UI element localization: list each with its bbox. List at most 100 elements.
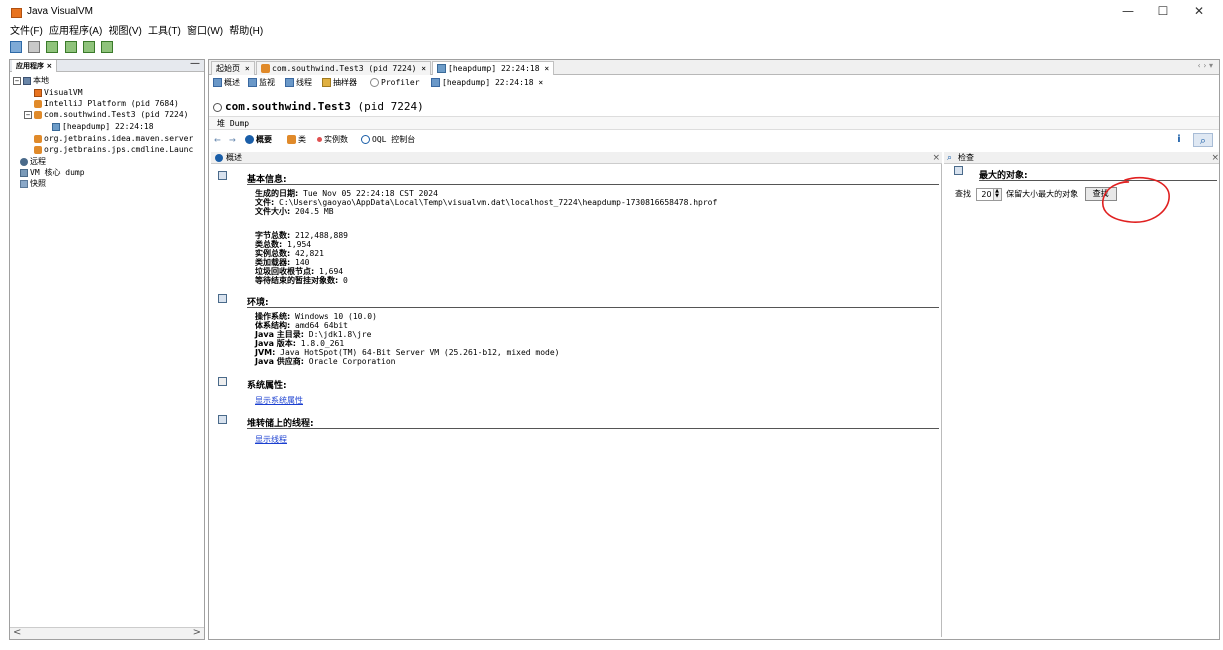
heapdump-icon (437, 64, 446, 73)
applications-panel: 应用程序 × — − 本地 VisualVM IntelliJ Platform … (9, 58, 205, 640)
annotation-circle (1102, 176, 1170, 223)
largest-objects-icon (954, 166, 963, 175)
applications-tab-bar: 应用程序 × — (10, 58, 204, 72)
tree-node-remote[interactable]: 远程 (20, 156, 46, 167)
process-header: com.southwind.Test3 (pid 7224) (213, 100, 424, 113)
sub-tab-bar: 概述 监视 线程 抽样器 Profiler [heapdump] 22:24:1… (209, 76, 1219, 90)
remote-icon (20, 157, 28, 166)
add-core-icon[interactable] (82, 41, 95, 53)
applications-tab[interactable]: 应用程序 × (12, 60, 58, 72)
scroll-right-icon[interactable]: > (193, 627, 201, 638)
add-remote-icon[interactable] (64, 41, 77, 53)
back-icon[interactable]: ← (214, 132, 221, 148)
subtab-overview[interactable]: 概述 (213, 76, 240, 90)
tab-start-page[interactable]: 起始页 × (211, 61, 255, 75)
minimize-panel-button[interactable]: — (190, 58, 200, 69)
tree-node-core-dump[interactable]: VM 核心 dump (20, 167, 85, 178)
load-icon[interactable] (10, 41, 22, 53)
menu-tools[interactable]: 工具(T) (148, 24, 184, 40)
tree-node-visualvm[interactable]: VisualVM (34, 87, 83, 98)
tab-test3[interactable]: com.southwind.Test3 (pid 7224) × (256, 61, 432, 75)
profiler-icon (370, 78, 379, 87)
subtab-profiler[interactable]: Profiler (370, 76, 420, 90)
tree-node-local[interactable]: − 本地 (13, 75, 49, 86)
inspect-toggle-button[interactable]: ⌕ (1193, 133, 1213, 147)
env-java-vendor: Java 供应商: Oracle Corporation (255, 357, 396, 366)
collapse-icon[interactable]: − (13, 76, 21, 85)
close-inspect-button[interactable]: × (1211, 152, 1219, 164)
sampler-icon (322, 78, 331, 87)
save-icon[interactable] (28, 41, 41, 53)
core-dump-icon (20, 168, 28, 177)
inspect-header: ⌕ 检查 × (944, 152, 1219, 164)
overview-icon (213, 78, 222, 87)
show-system-properties-link[interactable]: 显示系统属性 (255, 395, 303, 406)
forward-icon[interactable]: → (229, 132, 236, 148)
spinner-arrows-icon[interactable]: ▲ ▼ (992, 188, 1001, 200)
tree-node-intellij[interactable]: IntelliJ Platform (pid 7684) (34, 98, 179, 109)
minimize-button[interactable]: — (1113, 4, 1143, 22)
nav-summary[interactable]: 概要 (245, 132, 272, 148)
menu-window[interactable]: 窗口(W) (187, 24, 226, 40)
info-icon (245, 135, 254, 144)
summary-panel: 概述 × 基本信息: 生成的日期: Tue Nov 05 22:24:18 CS… (211, 152, 942, 637)
info-pending-finalization: 等待结束的暂挂对象数: 0 (255, 276, 348, 285)
menu-bar: 文件(F) 应用程序(A) 视图(V) 工具(T) 窗口(W) 帮助(H) (0, 24, 1223, 40)
tree-node-heapdump[interactable]: [heapdump] 22:24:18 (52, 121, 154, 132)
system-properties-icon (218, 377, 227, 386)
menu-help[interactable]: 帮助(H) (229, 24, 266, 40)
tree-node-snapshots[interactable]: 快照 (20, 178, 46, 189)
maximize-button[interactable]: ☐ (1148, 4, 1178, 22)
visualvm-icon (34, 88, 42, 97)
tree-node-maven-server[interactable]: org.jetbrains.idea.maven.server (34, 133, 193, 144)
computer-icon (23, 76, 31, 85)
info-toggle-button[interactable]: i (1171, 133, 1187, 147)
tree-node-jps-launcher[interactable]: org.jetbrains.jps.cmdline.Launc (34, 144, 193, 155)
nav-oql-console[interactable]: OQL 控制台 (361, 132, 415, 148)
environment-icon (218, 294, 227, 303)
horizontal-scrollbar[interactable]: < > (10, 627, 204, 639)
heapdump-label-bar: 堆 Dump (209, 116, 1219, 130)
nav-classes[interactable]: 类 (287, 132, 306, 148)
subtab-monitor[interactable]: 监视 (248, 76, 275, 90)
basic-info-icon (218, 171, 227, 180)
add-jmx-icon[interactable] (46, 41, 59, 53)
subtab-threads[interactable]: 线程 (285, 76, 312, 90)
find-row: 查找 20 ▲ ▼ 保留大小最大的对象 查找 (955, 187, 1117, 202)
summary-header: 概述 × (211, 152, 942, 164)
collapse-icon[interactable]: − (24, 110, 32, 119)
add-snapshot-icon[interactable] (100, 41, 113, 53)
search-icon: ⌕ (947, 153, 953, 163)
find-prefix-label: 查找 (955, 189, 971, 199)
tab-heapdump[interactable]: [heapdump] 22:24:18 × (432, 61, 555, 75)
instance-icon (317, 137, 322, 142)
java-app-icon (34, 134, 42, 143)
menu-application[interactable]: 应用程序(A) (49, 24, 105, 40)
close-button[interactable]: ✕ (1184, 4, 1214, 22)
main-area: 起始页 × com.southwind.Test3 (pid 7224) × [… (208, 59, 1220, 640)
tab-navigation[interactable]: ‹ › ▾ (1198, 61, 1214, 70)
nav-instances[interactable]: 实例数 (317, 132, 348, 148)
process-icon (213, 102, 222, 112)
menu-view[interactable]: 视图(V) (109, 24, 145, 40)
app-icon (11, 8, 22, 18)
java-app-icon (34, 110, 42, 119)
system-properties-title: 系统属性: (247, 381, 287, 391)
heapdump-nav-bar: ← → 概要 类 实例数 OQL 控制台 i ⌕ (209, 132, 1219, 148)
oql-icon (361, 135, 370, 144)
heapdump-icon (52, 122, 60, 131)
subtab-sampler[interactable]: 抽样器 (322, 76, 357, 90)
tree-node-test3[interactable]: − com.southwind.Test3 (pid 7224) (24, 109, 189, 120)
threads-icon (285, 78, 294, 87)
info-icon (215, 153, 223, 162)
section-divider (247, 307, 939, 308)
threads-icon (218, 415, 227, 424)
subtab-heapdump[interactable]: [heapdump] 22:24:18 × (431, 76, 543, 90)
java-app-icon (261, 64, 270, 73)
object-count-spinner[interactable]: 20 ▲ ▼ (975, 187, 1002, 201)
show-threads-link[interactable]: 显示线程 (255, 434, 287, 445)
scroll-left-icon[interactable]: < (13, 627, 21, 638)
close-summary-button[interactable]: × (932, 152, 940, 164)
monitor-icon (248, 78, 257, 87)
menu-file[interactable]: 文件(F) (10, 24, 46, 40)
